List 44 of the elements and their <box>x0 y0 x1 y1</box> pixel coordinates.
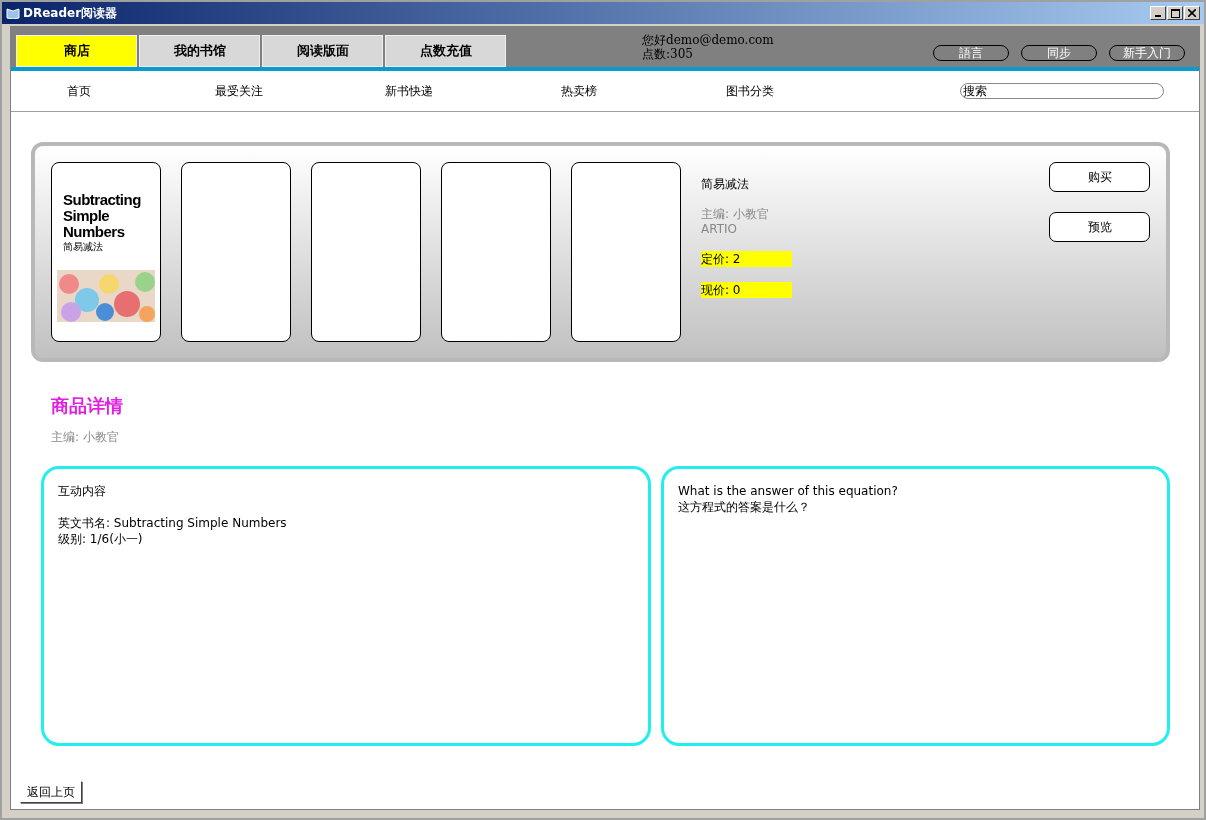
list-price: 定价: 2 <box>701 251 792 267</box>
tab[interactable]: 商店 <box>16 35 137 67</box>
editor-text: 主编: 小教官 <box>701 207 770 222</box>
points-text: 点数:305 <box>642 47 694 61</box>
panel-title: 互动内容 <box>58 483 107 499</box>
nav-link[interactable]: 首页 <box>67 82 215 100</box>
tab[interactable]: 点数充值 <box>385 35 506 67</box>
panel-text: 英文书名: Subtracting Simple Numbers <box>58 515 288 531</box>
nav-link[interactable]: 最受关注 <box>215 82 385 100</box>
window-title: DReader阅读器 <box>23 4 118 22</box>
maximize-button[interactable] <box>1167 6 1183 20</box>
close-button[interactable] <box>1184 6 1200 20</box>
nav-link[interactable]: 热卖榜 <box>561 82 726 100</box>
publisher-text: ARTIO <box>701 222 738 237</box>
greeting-text: 您好demo@demo.com <box>642 33 774 47</box>
editor-text: 主编: 小教官 <box>51 430 120 445</box>
minimize-button[interactable] <box>1150 6 1166 20</box>
maximize-icon <box>1170 8 1180 18</box>
book-card[interactable] <box>181 162 291 342</box>
book-card[interactable] <box>311 162 421 342</box>
header-button[interactable]: 語言 <box>933 45 1009 61</box>
current-price: 现价: 0 <box>701 282 792 298</box>
back-button[interactable]: 返回上页 <box>20 781 82 803</box>
action-button[interactable]: 购买 <box>1049 162 1150 192</box>
nav-link[interactable]: 图书分类 <box>726 82 960 100</box>
book-card[interactable]: Subtracting Simple Numbers 简易减法 <box>51 162 161 342</box>
close-icon <box>1188 9 1196 17</box>
header-button[interactable]: 同步 <box>1021 45 1097 61</box>
nav-link[interactable]: 新书快递 <box>385 82 561 100</box>
question-text: What is the answer of this equation? <box>678 483 899 499</box>
book-card[interactable] <box>571 162 681 342</box>
panel-text: 级别: 1/6(小一) <box>58 531 144 547</box>
cover-subtitle: 简易减法 <box>63 240 104 254</box>
book-title: 简易减法 <box>701 176 750 193</box>
tab[interactable]: 阅读版面 <box>262 35 383 67</box>
section-heading: 商品详情 <box>51 394 124 418</box>
tab[interactable]: 我的书馆 <box>139 35 260 67</box>
cover-title: Subtracting Simple Numbers <box>63 192 142 240</box>
header-button[interactable]: 新手入门 <box>1109 45 1185 61</box>
book-card[interactable] <box>441 162 551 342</box>
action-button[interactable]: 预览 <box>1049 212 1150 242</box>
book-icon <box>6 7 20 19</box>
question-text: 这方程式的答案是什么？ <box>678 499 811 515</box>
search-field[interactable]: 搜索 <box>960 83 1164 99</box>
